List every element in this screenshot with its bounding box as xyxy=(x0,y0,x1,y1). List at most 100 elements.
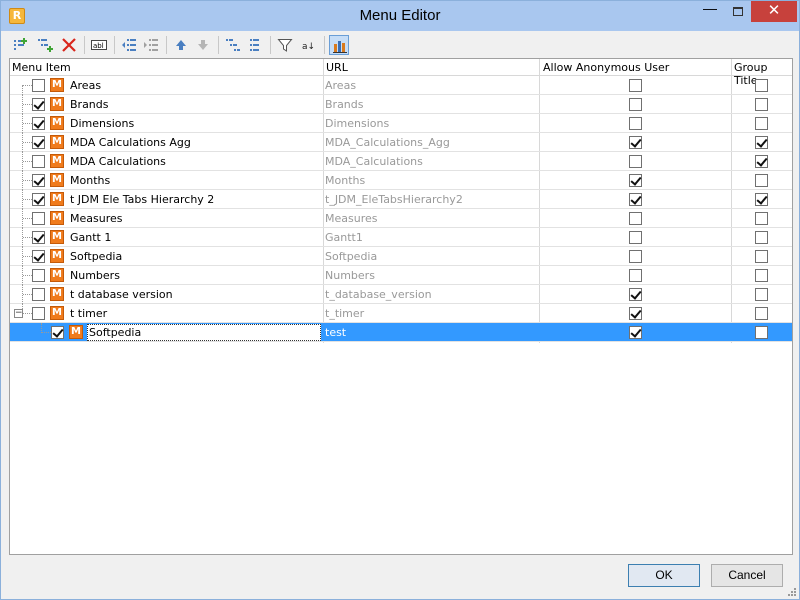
group-title-checkbox[interactable] xyxy=(755,193,768,206)
table-row[interactable]: M Dimensions Dimensions xyxy=(10,114,792,133)
table-row[interactable]: M Measures Measures xyxy=(10,209,792,228)
table-row[interactable]: M Months Months xyxy=(10,171,792,190)
menu-item-label[interactable]: MDA Calculations xyxy=(70,155,166,168)
item-enabled-checkbox[interactable] xyxy=(32,79,45,92)
item-enabled-checkbox[interactable] xyxy=(32,231,45,244)
add-item-button[interactable] xyxy=(11,35,31,55)
group-title-checkbox[interactable] xyxy=(755,136,768,149)
menu-item-url[interactable]: Measures xyxy=(325,212,377,225)
allow-anonymous-checkbox[interactable] xyxy=(629,98,642,111)
item-enabled-checkbox[interactable] xyxy=(32,155,45,168)
menu-item-label[interactable]: Measures xyxy=(70,212,122,225)
group-title-checkbox[interactable] xyxy=(755,79,768,92)
item-enabled-checkbox[interactable] xyxy=(32,250,45,263)
table-row[interactable]: M Softpedia test xyxy=(10,323,792,342)
group-title-checkbox[interactable] xyxy=(755,155,768,168)
column-header-allow-anonymous[interactable]: Allow Anonymous User xyxy=(543,61,669,74)
add-child-item-button[interactable] xyxy=(35,35,55,55)
allow-anonymous-checkbox[interactable] xyxy=(629,250,642,263)
table-row[interactable]: M Gantt 1 Gantt1 xyxy=(10,228,792,247)
indent-button[interactable] xyxy=(141,35,161,55)
item-enabled-checkbox[interactable] xyxy=(32,269,45,282)
item-enabled-checkbox[interactable] xyxy=(32,288,45,301)
menu-item-url[interactable]: test xyxy=(325,326,346,339)
table-row[interactable]: M Brands Brands xyxy=(10,95,792,114)
menu-item-label[interactable]: t timer xyxy=(70,307,107,320)
allow-anonymous-checkbox[interactable] xyxy=(629,174,642,187)
allow-anonymous-checkbox[interactable] xyxy=(629,288,642,301)
item-enabled-checkbox[interactable] xyxy=(32,174,45,187)
allow-anonymous-checkbox[interactable] xyxy=(629,136,642,149)
menu-item-label[interactable]: Gantt 1 xyxy=(70,231,111,244)
table-row[interactable]: M MDA Calculations Agg MDA_Calculations_Ag… xyxy=(10,133,792,152)
menu-item-label[interactable]: MDA Calculations Agg xyxy=(70,136,191,149)
group-title-checkbox[interactable] xyxy=(755,212,768,225)
menu-item-label[interactable]: Softpedia xyxy=(89,326,141,339)
close-button[interactable]: ✕ xyxy=(751,1,797,22)
group-title-checkbox[interactable] xyxy=(755,326,768,339)
menu-item-label[interactable]: Months xyxy=(70,174,110,187)
ok-button[interactable]: OK xyxy=(628,564,700,587)
title-bar[interactable]: R Menu Editor — ✕ xyxy=(1,1,799,31)
menu-item-label[interactable]: t JDM Ele Tabs Hierarchy 2 xyxy=(70,193,214,206)
cancel-button[interactable]: Cancel xyxy=(711,564,783,587)
resize-grip-icon[interactable] xyxy=(787,587,797,597)
menu-item-url[interactable]: Brands xyxy=(325,98,364,111)
group-title-checkbox[interactable] xyxy=(755,117,768,130)
group-title-checkbox[interactable] xyxy=(755,231,768,244)
group-title-checkbox[interactable] xyxy=(755,98,768,111)
maximize-button[interactable] xyxy=(725,1,751,22)
allow-anonymous-checkbox[interactable] xyxy=(629,155,642,168)
menu-item-url[interactable]: MDA_Calculations xyxy=(325,155,423,168)
allow-anonymous-checkbox[interactable] xyxy=(629,79,642,92)
chart-view-button[interactable] xyxy=(329,35,349,55)
group-title-checkbox[interactable] xyxy=(755,250,768,263)
table-row[interactable]: Mt JDM Ele Tabs Hierarchy 2 t_JDM_EleTabs… xyxy=(10,190,792,209)
menu-item-label[interactable]: Softpedia xyxy=(70,250,122,263)
item-enabled-checkbox[interactable] xyxy=(32,98,45,111)
group-title-checkbox[interactable] xyxy=(755,307,768,320)
delete-button[interactable] xyxy=(59,35,79,55)
column-header-url[interactable]: URL xyxy=(326,61,348,74)
menu-item-url[interactable]: Numbers xyxy=(325,269,375,282)
table-row[interactable]: Mt database version t_database_version xyxy=(10,285,792,304)
allow-anonymous-checkbox[interactable] xyxy=(629,326,642,339)
item-enabled-checkbox[interactable] xyxy=(32,307,45,320)
menu-item-label[interactable]: Brands xyxy=(70,98,109,111)
menu-item-url[interactable]: Dimensions xyxy=(325,117,389,130)
item-enabled-checkbox[interactable] xyxy=(32,212,45,225)
group-title-checkbox[interactable] xyxy=(755,269,768,282)
group-title-checkbox[interactable] xyxy=(755,174,768,187)
filter-button[interactable] xyxy=(275,35,295,55)
sort-button[interactable]: a↓ xyxy=(299,35,319,55)
minimize-button[interactable]: — xyxy=(695,1,725,22)
menu-item-url[interactable]: Months xyxy=(325,174,365,187)
menu-item-url[interactable]: t_timer xyxy=(325,307,364,320)
table-row[interactable]: M MDA Calculations MDA_Calculations xyxy=(10,152,792,171)
group-title-checkbox[interactable] xyxy=(755,288,768,301)
menu-item-label[interactable]: Numbers xyxy=(70,269,120,282)
allow-anonymous-checkbox[interactable] xyxy=(629,231,642,244)
move-up-button[interactable] xyxy=(171,35,191,55)
collapse-all-button[interactable] xyxy=(245,35,265,55)
menu-item-label[interactable]: t database version xyxy=(70,288,173,301)
allow-anonymous-checkbox[interactable] xyxy=(629,212,642,225)
allow-anonymous-checkbox[interactable] xyxy=(629,269,642,282)
allow-anonymous-checkbox[interactable] xyxy=(629,117,642,130)
menu-item-url[interactable]: MDA_Calculations_Agg xyxy=(325,136,450,149)
allow-anonymous-checkbox[interactable] xyxy=(629,193,642,206)
item-enabled-checkbox[interactable] xyxy=(32,193,45,206)
item-enabled-checkbox[interactable] xyxy=(51,326,64,339)
menu-item-label[interactable]: Dimensions xyxy=(70,117,134,130)
expand-all-button[interactable] xyxy=(223,35,243,55)
outdent-button[interactable] xyxy=(119,35,139,55)
allow-anonymous-checkbox[interactable] xyxy=(629,307,642,320)
column-header-menu-item[interactable]: Menu Item xyxy=(12,61,71,74)
menu-item-url[interactable]: Softpedia xyxy=(325,250,377,263)
item-enabled-checkbox[interactable] xyxy=(32,117,45,130)
menu-item-label[interactable]: Areas xyxy=(70,79,101,92)
item-enabled-checkbox[interactable] xyxy=(32,136,45,149)
collapse-toggle-icon[interactable]: − xyxy=(14,309,23,318)
menu-item-url[interactable]: t_database_version xyxy=(325,288,432,301)
move-down-button[interactable] xyxy=(193,35,213,55)
